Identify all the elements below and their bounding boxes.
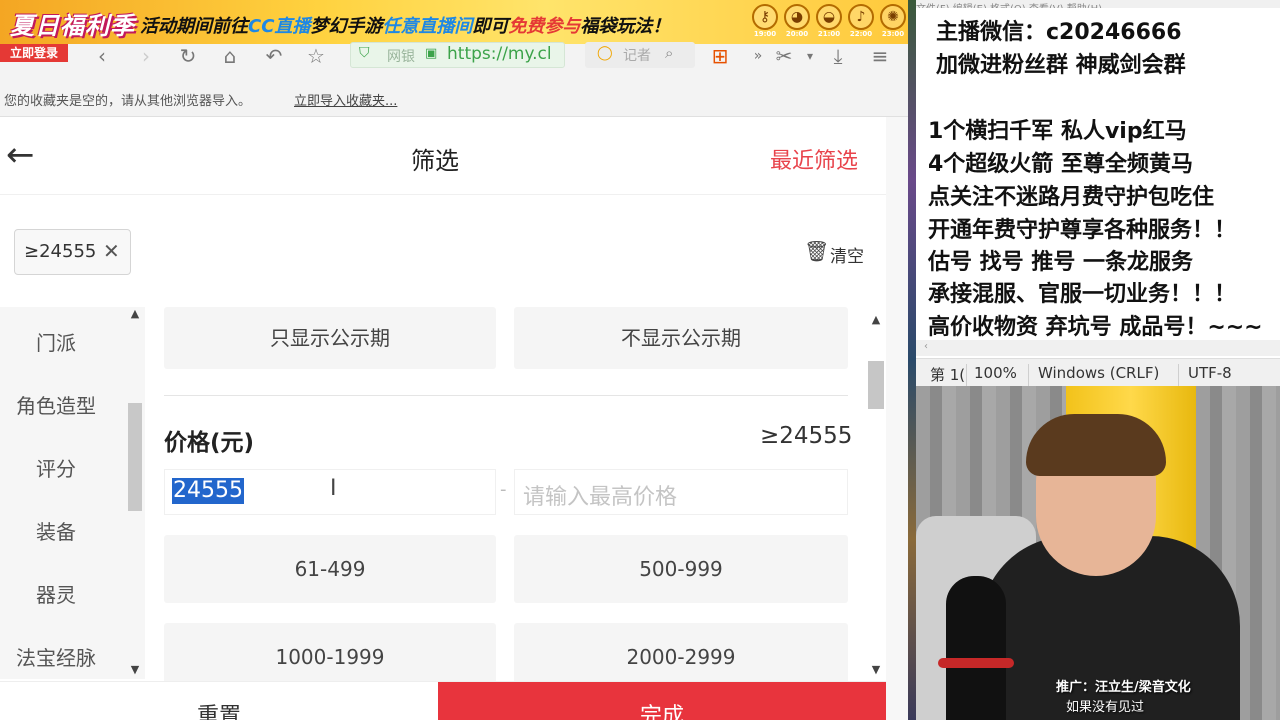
page-title: 筛选 [411,147,459,175]
undo-icon[interactable]: ↶ [260,44,288,68]
category-item[interactable]: 角色造型 [0,390,112,419]
recent-filter-link[interactable]: 最近筛选 [770,143,858,175]
text-cursor-icon: I [330,476,337,501]
shield-icon: ⛉ [359,45,370,61]
star-icon[interactable]: ☆ [302,44,330,68]
notepad-horizontal-scrollbar[interactable]: ‹ [916,340,1280,356]
menu-icon[interactable]: ≡ [866,44,894,68]
category-scrollbar-thumb[interactable] [128,403,142,511]
done-button[interactable]: 完成 [438,682,886,720]
price-section-title: 价格(元) [164,430,255,456]
min-price-value: 24555 [172,478,244,504]
filter-page: ← 筛选 最近筛选 ≥24555 ✕ 🗑 清空 门派 角色造型 评分 装备 器灵… [0,117,910,720]
category-item[interactable]: 装备 [0,516,112,545]
scroll-up-icon[interactable]: ▲ [126,307,144,320]
download-icon[interactable]: ⤓ [824,44,852,68]
notepad-line: 1个横扫千军 私人vip红马 [928,119,1187,144]
page-side-gutter [886,117,910,720]
min-price-input[interactable]: 24555 I [164,469,496,515]
browser-toolbar: 立即登录 ‹ › ↻ ⌂ ↶ ☆ ⛉ 网银 ▣ https://my.cl ◯ … [0,42,910,117]
scroll-down-icon[interactable]: ▼ [126,663,144,676]
key-icon[interactable]: ⚷ 19:00 [750,4,780,42]
page-header: ← 筛选 最近筛选 [0,117,886,195]
zoom-level: 100% [974,364,1017,382]
banner-text: 活动期间前往CC直播梦幻手游任意直播间即可免费参与福袋玩法！ [140,16,671,37]
microphone [946,576,1006,720]
window-edge [908,0,916,720]
notepad-window: 文件(F) 编辑(E) 格式(O) 查看(V) 帮助(H) 主播微信：c2024… [916,0,1280,386]
category-sidebar: 门派 角色造型 评分 装备 器灵 法宝经脉 ▲ ▼ [0,307,145,679]
import-bookmarks-link[interactable]: 立即导入收藏夹... [294,90,397,109]
notepad-menu-bar[interactable]: 文件(F) 编辑(E) 格式(O) 查看(V) 帮助(H) [916,0,1280,8]
notepad-line: 加微进粉丝群 神威剑会群 [936,53,1186,78]
options-scrollbar-thumb[interactable] [868,361,884,409]
microphone-ring [938,658,1014,668]
banner-title: 夏日福利季 [10,12,135,40]
address-bar[interactable]: ⛉ 网银 ▣ https://my.cl [350,42,565,68]
bottom-action-bar: 重置 完成 [0,681,886,720]
bookmarks-empty-message: 您的收藏夹是空的，请从其他浏览器导入。 [4,94,252,109]
bookmarks-bar: 您的收藏夹是空的，请从其他浏览器导入。 立即导入收藏夹... [0,88,910,110]
address-url: https://my.cl [447,44,552,64]
address-site: 网银 [387,49,415,65]
category-item[interactable]: 评分 [0,453,112,482]
notepad-line: 开通年费守护尊享各种服务！！ [928,218,1237,243]
encoding: UTF-8 [1188,364,1232,382]
reset-button[interactable]: 重置 [0,682,438,720]
price-range-option[interactable]: 500-999 [514,535,848,603]
line-ending: Windows (CRLF) [1038,364,1160,382]
browser-search-box[interactable]: ◯ 记者 ⌕ [585,42,695,68]
max-price-placeholder: 请输入最高价格 [523,485,678,510]
firework-icon[interactable]: ✺ 23:00 [878,4,908,42]
webcam-feed: 推广：汪立生/梁音文化 如果没有见过 [916,386,1280,720]
streamer-hair [1026,414,1166,476]
home-icon[interactable]: ⌂ [216,44,244,68]
webcam-caption: 推广：汪立生/梁音文化 [1056,680,1191,695]
chip-label: ≥24555 [24,241,97,262]
webcam-subcaption: 如果没有见过 [1066,700,1145,715]
pig-icon[interactable]: ◕ 20:00 [782,4,812,42]
notepad-line: 4个超级火箭 至尊全频黄马 [928,152,1193,177]
chevron-down-icon[interactable]: ▾ [796,44,824,68]
price-current-value: ≥24555 [760,423,853,449]
notepad-line: 估号 找号 推号 一条龙服务 [928,250,1193,275]
search-box-text: 记者 [623,48,651,64]
category-item[interactable]: 法宝经脉 [0,642,112,671]
lantern-icon[interactable]: ♪ 22:00 [846,4,876,42]
trash-icon: 🗑 [804,239,830,263]
price-range-option[interactable]: 61-499 [164,535,496,603]
apps-icon[interactable]: ⊞ [706,44,734,68]
scissors-icon[interactable]: ✂ [770,44,798,68]
show-public-period-option[interactable]: 只显示公示期 [164,307,496,369]
back-arrow-icon[interactable]: ‹ [88,44,116,68]
active-filter-chip: ≥24555 ✕ [14,229,131,275]
lock-icon: ▣ [425,46,438,61]
notepad-line: 高价收物资 弃坑号 成品号！~~~ [928,315,1263,340]
forward-arrow-icon[interactable]: › [132,44,160,68]
hide-public-period-option[interactable]: 不显示公示期 [514,307,848,369]
scroll-up-icon[interactable]: ▲ [868,313,884,326]
section-divider [164,395,848,396]
category-item[interactable]: 器灵 [0,579,112,608]
max-price-input[interactable]: 请输入最高价格 [514,469,848,515]
scroll-left-icon[interactable]: ‹ [924,341,928,352]
notepad-line: 主播微信：c20246666 [936,20,1182,45]
bowl-icon[interactable]: ◒ 21:00 [814,4,844,42]
promo-banner: 夏日福利季 活动期间前往CC直播梦幻手游任意直播间即可免费参与福袋玩法！ ⚷ 19… [0,0,910,44]
more-icon[interactable]: » [744,44,772,68]
remove-chip-icon[interactable]: ✕ [103,239,120,263]
search-icon: ⌕ [665,44,674,62]
back-button[interactable]: ← [6,135,42,175]
notepad-status-bar: 第 1( 100% Windows (CRLF) UTF-8 [916,358,1280,386]
login-button[interactable]: 立即登录 [0,44,68,62]
category-item[interactable]: 门派 [0,327,112,356]
search-engine-icon: ◯ [597,45,613,61]
scroll-down-icon[interactable]: ▼ [868,663,884,676]
refresh-icon[interactable]: ↻ [174,44,202,68]
cursor-position: 第 1( [930,366,966,384]
notepad-line: 点关注不迷路月费守护包吃住 [928,185,1215,210]
notepad-line: 承接混服、官服一切业务！！！ [928,282,1237,307]
clear-label: 清空 [830,247,864,267]
price-range-separator: - [500,479,507,500]
